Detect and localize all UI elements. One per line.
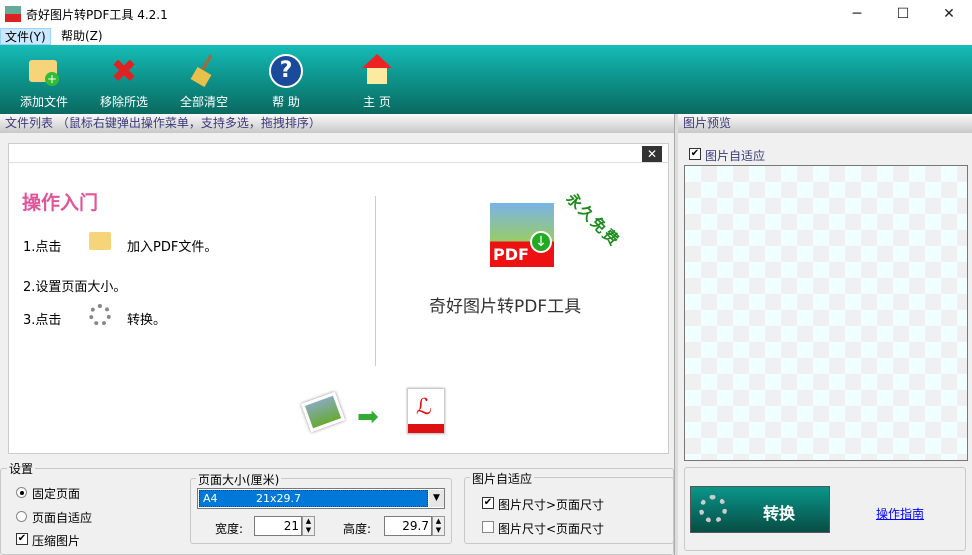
image-fit-legend: 图片自适应 <box>470 470 535 487</box>
add-file-button[interactable]: + 添加文件 <box>4 51 84 111</box>
step1-action: 加入PDF文件。 <box>127 240 218 255</box>
fit-page-radio[interactable]: 页面自适应 <box>16 509 136 525</box>
app-icon <box>5 6 21 22</box>
welcome-topbar <box>9 144 668 163</box>
menu-file[interactable]: 文件(Y) <box>0 28 51 45</box>
compress-checkbox[interactable]: ✔ 压缩图片 <box>16 532 136 548</box>
arrow-right-icon: ➡ <box>357 402 379 432</box>
menu-help[interactable]: 帮助(Z) <box>57 28 107 45</box>
broom-icon <box>187 54 221 88</box>
radio-dot <box>16 487 27 498</box>
width-label: 宽度: <box>215 522 244 536</box>
remove-x-icon: ✖ <box>110 52 138 90</box>
width-input[interactable]: 21 <box>254 516 302 536</box>
images-icon <box>300 391 346 433</box>
fit-larger-checkbox[interactable]: ✔ 图片尺寸>页面尺寸 <box>482 496 622 512</box>
toolbar: + 添加文件 ✖ 移除所选 全部清空 ? 帮 助 主 页 <box>0 45 972 114</box>
step3-text: 3.点击 <box>23 313 62 328</box>
image-preview-area <box>684 165 968 461</box>
checkbox-box: ✔ <box>689 148 701 160</box>
checkbox-box <box>482 521 494 533</box>
home-icon <box>360 54 394 88</box>
width-stepper[interactable]: ▲ ▼ <box>302 516 315 536</box>
welcome-panel: ✕ 操作入门 1.点击 加入PDF文件。 2.设置页面大小。 3.点击 转换。 … <box>8 143 669 454</box>
folder-add-icon <box>89 232 111 250</box>
selected-size: 21x29.7 <box>256 492 301 505</box>
menu-bar: 文件(Y) 帮助(Z) <box>0 28 972 45</box>
pdf-logo-icon: PDF ↓ <box>490 203 554 267</box>
gears-icon <box>89 304 111 326</box>
checkbox-box: ✔ <box>16 533 28 545</box>
convert-button[interactable]: 转换 <box>690 486 830 533</box>
free-badge: 永久免费 <box>562 189 624 251</box>
welcome-title: 操作入门 <box>22 192 99 214</box>
fit-smaller-checkbox[interactable]: 图片尺寸<页面尺寸 <box>482 520 622 536</box>
close-button[interactable]: ✕ <box>926 0 972 28</box>
remove-selected-button[interactable]: ✖ 移除所选 <box>84 51 164 111</box>
fixed-page-radio[interactable]: 固定页面 <box>16 485 136 501</box>
home-button[interactable]: 主 页 <box>337 51 417 111</box>
divider <box>375 196 376 366</box>
window-title: 奇好图片转PDF工具 4.2.1 <box>26 8 168 22</box>
preview-header: 图片预览 <box>678 114 972 133</box>
guide-link[interactable]: 操作指南 <box>876 505 924 522</box>
settings-legend: 设置 <box>7 460 36 477</box>
pdf-file-icon: ℒ <box>407 388 445 434</box>
help-icon: ? <box>269 54 303 88</box>
splitter[interactable] <box>674 114 678 555</box>
step2-text: 2.设置页面大小。 <box>23 280 127 295</box>
chevron-down-icon[interactable]: ▼ <box>429 490 444 507</box>
folder-add-icon: + <box>27 54 61 88</box>
page-size-legend: 页面大小(厘米) <box>196 471 282 488</box>
welcome-close-button[interactable]: ✕ <box>642 146 662 162</box>
page-size-select[interactable]: A4 21x29.7 ▼ <box>197 488 445 509</box>
product-name: 奇好图片转PDF工具 <box>429 297 582 317</box>
height-input[interactable]: 29.7 <box>384 516 432 536</box>
step1-text: 1.点击 <box>23 240 62 255</box>
gears-icon <box>699 495 727 523</box>
height-stepper[interactable]: ▲ ▼ <box>432 516 445 536</box>
clear-all-button[interactable]: 全部清空 <box>164 51 244 111</box>
radio-dot <box>16 511 27 522</box>
file-list-header: 文件列表 （鼠标右键弹出操作菜单，支持多选，拖拽排序） <box>0 114 674 133</box>
maximize-button[interactable]: ☐ <box>880 0 926 28</box>
height-label: 高度: <box>343 522 372 536</box>
minimize-button[interactable]: ─ <box>834 0 880 28</box>
title-bar: 奇好图片转PDF工具 4.2.1 ─ ☐ ✕ <box>0 0 972 28</box>
checkbox-box: ✔ <box>482 497 494 509</box>
selected-name: A4 <box>203 492 218 505</box>
help-button[interactable]: ? 帮 助 <box>246 51 326 111</box>
step3-action: 转换。 <box>127 313 167 328</box>
